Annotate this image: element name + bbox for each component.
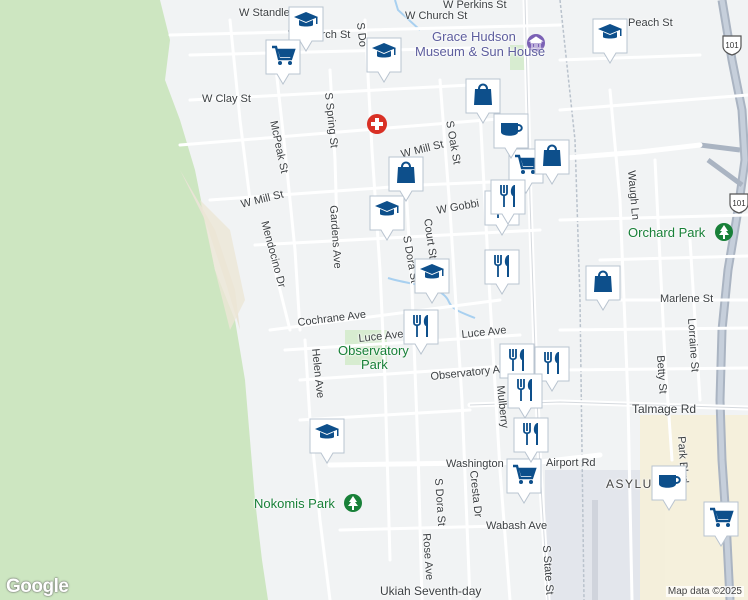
poi-marker-school[interactable] <box>591 17 629 65</box>
highway-shield-icon: 101 <box>728 192 748 214</box>
school-icon <box>308 417 346 465</box>
poi-marker-grocery[interactable] <box>702 500 740 548</box>
street-label: W Clay St <box>202 93 251 105</box>
highway-shield-icon: 101 <box>721 34 743 56</box>
poi-marker-restaurant[interactable] <box>506 372 544 420</box>
map-base-layer <box>0 0 748 600</box>
poi-marker-cafe[interactable] <box>492 112 530 160</box>
shopping-bag-icon <box>584 264 622 312</box>
place-label-orchard-park[interactable]: Orchard Park <box>628 226 705 239</box>
poi-marker-shopping[interactable] <box>533 138 571 186</box>
poi-marker-grocery[interactable] <box>264 38 302 86</box>
shopping-cart-icon <box>505 457 543 505</box>
google-logo: Google <box>6 576 69 597</box>
school-icon <box>591 17 629 65</box>
poi-marker-shopping[interactable] <box>387 155 425 203</box>
area-label: ASYLU <box>606 477 653 491</box>
svg-text:101: 101 <box>725 41 739 50</box>
fork-knife-icon <box>512 416 550 464</box>
school-icon <box>365 36 403 84</box>
shopping-bag-icon <box>387 155 425 203</box>
poi-marker-restaurant[interactable] <box>512 416 550 464</box>
fork-knife-icon <box>506 372 544 420</box>
fork-knife-icon <box>402 308 440 356</box>
coffee-cup-icon <box>492 112 530 160</box>
hospital-icon[interactable] <box>366 113 388 135</box>
street-label: W Church St <box>405 10 468 22</box>
park-tree-icon <box>343 493 365 515</box>
street-label: Marlene St <box>660 293 714 305</box>
shopping-cart-icon <box>702 500 740 548</box>
poi-marker-grocery[interactable] <box>505 457 543 505</box>
school-icon <box>413 257 451 305</box>
street-label: Betty St <box>654 354 669 395</box>
street-label: Washington <box>446 458 504 470</box>
street-label: S Dora St <box>432 477 448 527</box>
poi-marker-restaurant[interactable] <box>483 248 521 296</box>
svg-text:101: 101 <box>732 199 746 208</box>
park-tree-icon <box>714 222 736 244</box>
street-label: Talmage Rd <box>632 402 697 416</box>
street-label: Rose Ave <box>420 532 436 581</box>
street-label: Wabash Ave <box>486 520 548 532</box>
shopping-cart-icon <box>264 38 302 86</box>
street-label: S State St <box>540 544 556 596</box>
poi-marker-school[interactable] <box>413 257 451 305</box>
coffee-cup-icon <box>650 464 688 512</box>
fork-knife-icon <box>483 248 521 296</box>
poi-marker-school[interactable] <box>365 36 403 84</box>
shopping-bag-icon <box>533 138 571 186</box>
map-attribution[interactable]: Map data ©2025 <box>665 586 744 597</box>
place-label-museum[interactable]: Museum & Sun House <box>415 45 545 58</box>
poi-marker-school[interactable] <box>308 417 346 465</box>
street-label: Peach St <box>628 17 673 29</box>
place-label-ukiah-sda[interactable]: Ukiah Seventh-day <box>380 585 481 597</box>
place-label-nokomis-park[interactable]: Nokomis Park <box>254 497 335 510</box>
fork-knife-icon <box>489 178 527 226</box>
poi-marker-restaurant[interactable] <box>489 178 527 226</box>
map-canvas[interactable]: 101 101 W Standley St W Perkins St W Chu… <box>0 0 748 600</box>
poi-marker-restaurant[interactable] <box>402 308 440 356</box>
poi-marker-shopping[interactable] <box>584 264 622 312</box>
place-label-observatory-park[interactable]: Observatory <box>338 344 409 357</box>
poi-marker-cafe[interactable] <box>650 464 688 512</box>
place-label-observatory-park[interactable]: Park <box>361 358 388 371</box>
street-label: Lorraine St <box>685 317 701 373</box>
street-label: Airport Rd <box>546 457 596 469</box>
place-label-museum[interactable]: Grace Hudson <box>432 30 516 43</box>
